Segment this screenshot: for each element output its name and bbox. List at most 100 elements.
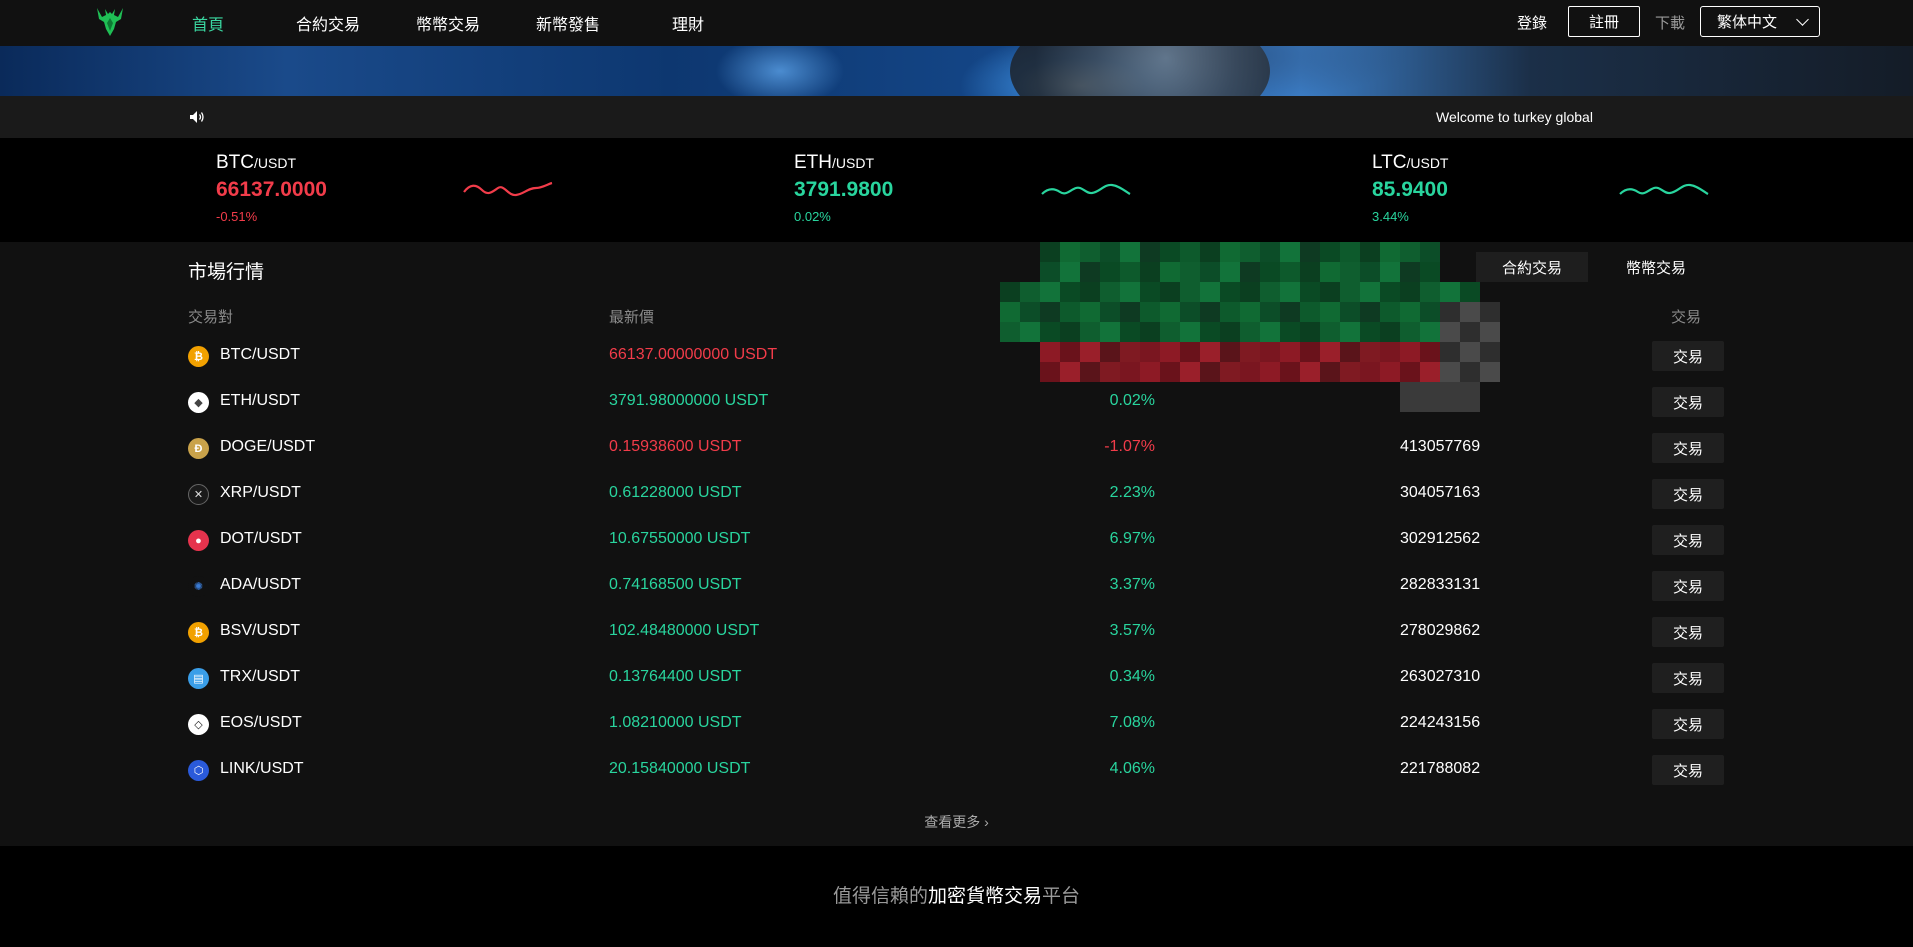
trade-button[interactable]: 交易 <box>1652 755 1724 785</box>
mosaic-block <box>1180 322 1200 342</box>
trade-button[interactable]: 交易 <box>1652 525 1724 555</box>
mosaic-block <box>1100 342 1120 362</box>
see-more-link[interactable]: 查看更多 › <box>0 812 1913 832</box>
mosaic-block <box>1400 402 1420 412</box>
table-row[interactable]: ● DOT/USDT 10.67550000 USDT 6.97% 302912562 交… <box>0 525 1913 571</box>
btc-icon: ₿ <box>188 346 209 367</box>
download-link[interactable]: 下載 <box>1655 12 1685 33</box>
mosaic-block <box>1100 242 1120 262</box>
trade-button[interactable]: 交易 <box>1652 617 1724 647</box>
change-cell: 4.06% <box>1109 760 1155 777</box>
mosaic-block <box>1000 302 1020 322</box>
speaker-icon <box>190 111 204 123</box>
trade-button[interactable]: 交易 <box>1652 341 1724 371</box>
mosaic-block <box>1340 322 1360 342</box>
table-row[interactable]: ◇ EOS/USDT 1.08210000 USDT 7.08% 224243156 交易 <box>0 709 1913 755</box>
mosaic-block <box>1080 262 1100 282</box>
mosaic-block <box>1260 342 1280 362</box>
mosaic-block <box>1260 282 1280 302</box>
mosaic-block <box>1400 262 1420 282</box>
pair-cell: TRX/USDT <box>220 668 300 685</box>
mosaic-block <box>1080 322 1100 342</box>
mosaic-block <box>1160 262 1180 282</box>
table-row[interactable]: Ð DOGE/USDT 0.15938600 USDT -1.07% 413057769… <box>0 433 1913 479</box>
mosaic-block <box>1260 362 1280 382</box>
ada-icon: ✺ <box>188 576 209 597</box>
mosaic-block <box>1200 342 1220 362</box>
mosaic-block <box>1340 302 1360 322</box>
ticker-change: 0.02% <box>794 209 831 224</box>
trade-button[interactable]: 交易 <box>1652 433 1724 463</box>
trade-button[interactable]: 交易 <box>1652 387 1724 417</box>
sparkline-chart <box>1619 183 1709 195</box>
mosaic-block <box>1140 362 1160 382</box>
mosaic-block <box>1040 262 1060 282</box>
mosaic-block <box>1420 282 1440 302</box>
nav-home[interactable]: 首頁 <box>192 11 224 35</box>
mosaic-block <box>1300 282 1320 302</box>
mosaic-block <box>1280 322 1300 342</box>
mosaic-block <box>1360 342 1380 362</box>
table-row[interactable]: ▤ TRX/USDT 0.13764400 USDT 0.34% 263027310 交易 <box>0 663 1913 709</box>
mosaic-block <box>1440 382 1460 402</box>
mosaic-block <box>1380 282 1400 302</box>
mosaic-block <box>1280 342 1300 362</box>
change-cell: 3.57% <box>1109 622 1155 639</box>
hero-banner <box>0 46 1913 96</box>
nav-contract-trading[interactable]: 合約交易 <box>296 11 360 35</box>
mosaic-block <box>1180 342 1200 362</box>
mosaic-block <box>1460 402 1480 412</box>
mosaic-block <box>1300 322 1320 342</box>
mosaic-block <box>1060 362 1080 382</box>
bsv-icon: ₿ <box>188 622 209 643</box>
login-link[interactable]: 登錄 <box>1517 12 1547 33</box>
trade-button[interactable]: 交易 <box>1652 571 1724 601</box>
table-row[interactable]: ⬡ LINK/USDT 20.15840000 USDT 4.06% 221788082… <box>0 755 1913 801</box>
volume-cell: 224243156 <box>1400 714 1481 731</box>
ticker-item-ltc[interactable]: LTC/USDT 85.9400 3.44% <box>1372 152 1792 232</box>
table-row[interactable]: ✕ XRP/USDT 0.61228000 USDT 2.23% 304057163 交易 <box>0 479 1913 525</box>
mosaic-block <box>1480 342 1500 362</box>
mosaic-block <box>1100 302 1120 322</box>
mosaic-block <box>1460 322 1480 342</box>
mosaic-block <box>1120 322 1140 342</box>
mosaic-block <box>1400 302 1420 322</box>
ticker-item-btc[interactable]: BTC/USDT 66137.0000 -0.51% <box>216 152 636 232</box>
table-row[interactable]: ✺ ADA/USDT 0.74168500 USDT 3.37% 282833131 交易 <box>0 571 1913 617</box>
nav-new-coin-sale[interactable]: 新幣發售 <box>536 11 600 35</box>
mosaic-block <box>1060 262 1080 282</box>
mosaic-block <box>1460 362 1480 382</box>
mosaic-block <box>1320 342 1340 362</box>
mosaic-block <box>1420 302 1440 322</box>
nav-spot-trading[interactable]: 幣幣交易 <box>416 11 480 35</box>
mosaic-block <box>1300 362 1320 382</box>
price-ticker: BTC/USDT 66137.0000 -0.51% ETH/USDT 3791… <box>0 138 1913 242</box>
table-row[interactable]: ₿ BSV/USDT 102.48480000 USDT 3.57% 278029862… <box>0 617 1913 663</box>
price-cell: 0.13764400 USDT <box>609 668 742 685</box>
chevron-down-icon <box>1796 13 1809 26</box>
mosaic-block <box>1140 242 1160 262</box>
volume-cell: 221788082 <box>1400 760 1481 777</box>
pair-cell: ETH/USDT <box>220 392 300 409</box>
mosaic-block <box>1360 282 1380 302</box>
mosaic-block <box>1140 302 1160 322</box>
tab-spot-trading[interactable]: 幣幣交易 <box>1600 252 1712 282</box>
trade-button[interactable]: 交易 <box>1652 663 1724 693</box>
ticker-item-eth[interactable]: ETH/USDT 3791.9800 0.02% <box>794 152 1214 232</box>
mosaic-block <box>1460 342 1480 362</box>
mosaic-block <box>1280 302 1300 322</box>
nav-finance[interactable]: 理財 <box>672 11 704 35</box>
pair-cell: EOS/USDT <box>220 714 302 731</box>
mosaic-block <box>1180 362 1200 382</box>
table-row[interactable]: ₿ BTC/USDT 66137.00000000 USDT 交易 <box>0 341 1913 387</box>
table-row[interactable]: ◆ ETH/USDT 3791.98000000 USDT 0.02% 交易 <box>0 387 1913 433</box>
bull-logo-icon[interactable] <box>93 5 127 39</box>
mosaic-block <box>1400 242 1420 262</box>
register-button[interactable]: 註冊 <box>1568 6 1640 37</box>
language-select[interactable]: 繁体中文 <box>1700 6 1820 37</box>
mosaic-block <box>1420 342 1440 362</box>
mosaic-block <box>1040 302 1060 322</box>
change-cell: 0.34% <box>1109 668 1155 685</box>
trade-button[interactable]: 交易 <box>1652 479 1724 509</box>
trade-button[interactable]: 交易 <box>1652 709 1724 739</box>
